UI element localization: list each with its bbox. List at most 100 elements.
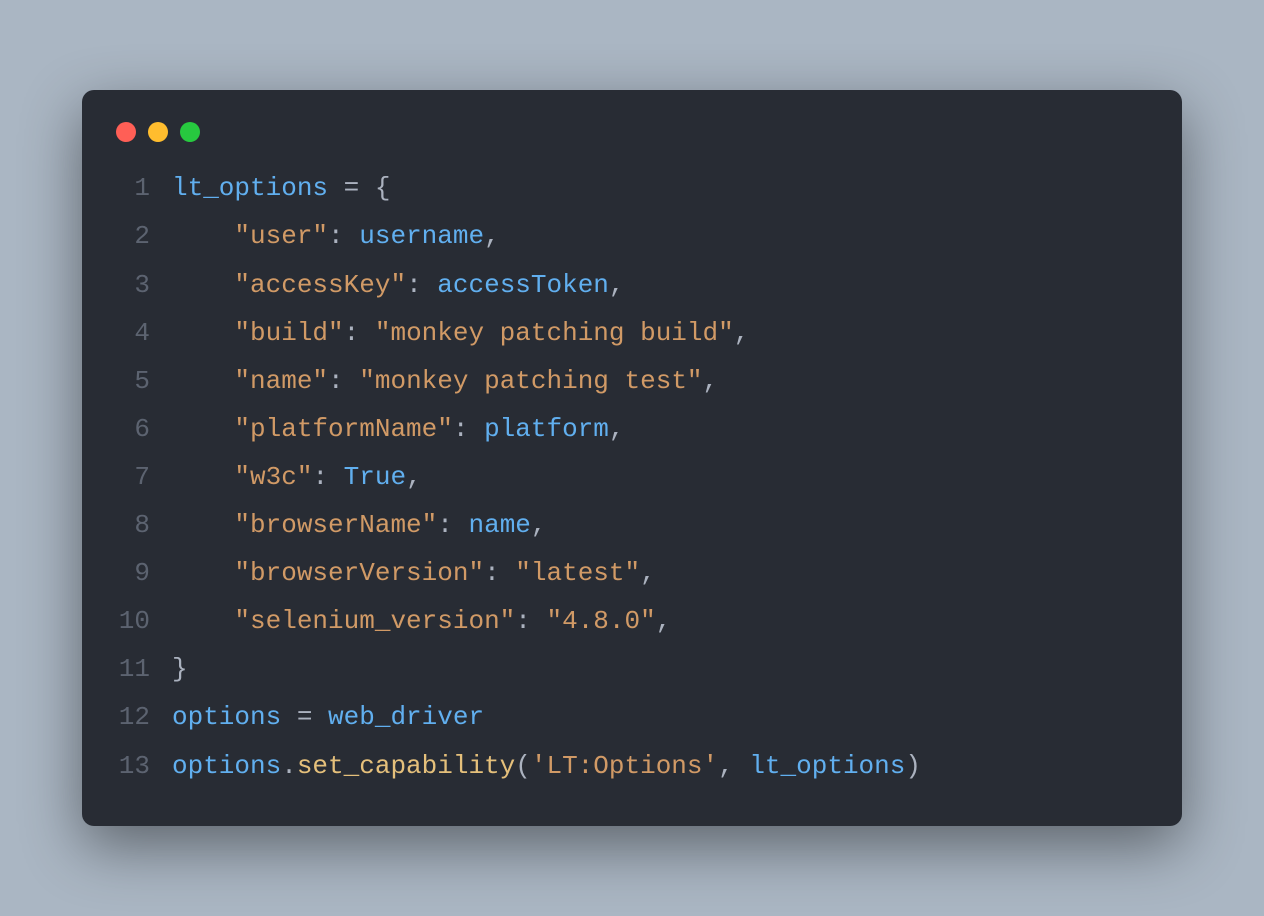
line-number: 9 [114, 549, 172, 597]
token-var [172, 462, 234, 492]
line-content: "accessKey": accessToken, [172, 261, 1150, 309]
token-const: True [344, 462, 406, 492]
line-number: 2 [114, 212, 172, 260]
line-content: "selenium_version": "4.8.0", [172, 597, 1150, 645]
line-content: "browserName": name, [172, 501, 1150, 549]
code-line: 8 "browserName": name, [114, 501, 1150, 549]
token-var [172, 558, 234, 588]
token-key: "browserName" [234, 510, 437, 540]
code-line: 1lt_options = { [114, 164, 1150, 212]
token-ident: platform [484, 414, 609, 444]
token-var [172, 606, 234, 636]
code-window: 1lt_options = {2 "user": username,3 "acc… [82, 90, 1182, 825]
token-var [734, 751, 750, 781]
code-line: 5 "name": "monkey patching test", [114, 357, 1150, 405]
line-number: 4 [114, 309, 172, 357]
line-content: options = web_driver [172, 693, 1150, 741]
token-var [172, 270, 234, 300]
token-key: "name" [234, 366, 328, 396]
code-line: 12options = web_driver [114, 693, 1150, 741]
token-str: "latest" [515, 558, 640, 588]
token-punct: : [312, 462, 328, 492]
code-line: 6 "platformName": platform, [114, 405, 1150, 453]
line-number: 12 [114, 693, 172, 741]
token-punct: : [328, 366, 344, 396]
token-punct: , [718, 751, 734, 781]
token-ident: options [172, 751, 281, 781]
code-line: 10 "selenium_version": "4.8.0", [114, 597, 1150, 645]
line-number: 10 [114, 597, 172, 645]
line-content: "browserVersion": "latest", [172, 549, 1150, 597]
line-content: "name": "monkey patching test", [172, 357, 1150, 405]
token-punct: , [609, 270, 625, 300]
token-punct: : [344, 318, 360, 348]
token-var [172, 221, 234, 251]
token-key: "user" [234, 221, 328, 251]
token-str: 'LT:Options' [531, 751, 718, 781]
token-key: "selenium_version" [234, 606, 515, 636]
token-op: = [344, 173, 360, 203]
token-punct: : [406, 270, 422, 300]
token-punct: : [453, 414, 469, 444]
token-punct: { [375, 173, 391, 203]
window-close-icon[interactable] [116, 122, 136, 142]
token-var [500, 558, 516, 588]
token-punct: , [406, 462, 422, 492]
token-punct: , [484, 221, 500, 251]
line-number: 8 [114, 501, 172, 549]
token-ident: options [172, 702, 281, 732]
token-var [328, 173, 344, 203]
code-line: 3 "accessKey": accessToken, [114, 261, 1150, 309]
token-punct: , [640, 558, 656, 588]
line-number: 7 [114, 453, 172, 501]
token-var [453, 510, 469, 540]
line-content: options.set_capability('LT:Options', lt_… [172, 742, 1150, 790]
token-func: set_capability [297, 751, 515, 781]
token-var [468, 414, 484, 444]
token-key: "accessKey" [234, 270, 406, 300]
token-punct: , [656, 606, 672, 636]
line-number: 13 [114, 742, 172, 790]
token-var [281, 702, 297, 732]
token-var [172, 366, 234, 396]
token-punct: : [437, 510, 453, 540]
line-number: 11 [114, 645, 172, 693]
line-content: "w3c": True, [172, 453, 1150, 501]
token-key: "w3c" [234, 462, 312, 492]
token-ident: accessToken [437, 270, 609, 300]
window-titlebar [114, 118, 1150, 164]
token-punct: , [703, 366, 719, 396]
code-block: 1lt_options = {2 "user": username,3 "acc… [114, 164, 1150, 789]
token-var [422, 270, 438, 300]
token-ident: name [468, 510, 530, 540]
token-var [172, 414, 234, 444]
token-var [359, 318, 375, 348]
token-punct: , [734, 318, 750, 348]
token-var [328, 462, 344, 492]
token-punct: : [484, 558, 500, 588]
token-str: "monkey patching test" [359, 366, 702, 396]
line-number: 6 [114, 405, 172, 453]
code-line: 7 "w3c": True, [114, 453, 1150, 501]
line-content: "platformName": platform, [172, 405, 1150, 453]
window-zoom-icon[interactable] [180, 122, 200, 142]
token-punct: ) [905, 751, 921, 781]
token-var [172, 510, 234, 540]
line-number: 5 [114, 357, 172, 405]
token-var [172, 318, 234, 348]
line-content: } [172, 645, 1150, 693]
token-var [312, 702, 328, 732]
token-punct: : [515, 606, 531, 636]
token-punct: ( [515, 751, 531, 781]
token-var [344, 366, 360, 396]
token-ident: lt_options [172, 173, 328, 203]
code-line: 2 "user": username, [114, 212, 1150, 260]
line-number: 3 [114, 261, 172, 309]
token-str: "4.8.0" [547, 606, 656, 636]
token-punct: , [609, 414, 625, 444]
code-line: 9 "browserVersion": "latest", [114, 549, 1150, 597]
window-minimize-icon[interactable] [148, 122, 168, 142]
code-line: 4 "build": "monkey patching build", [114, 309, 1150, 357]
token-key: "platformName" [234, 414, 452, 444]
token-key: "browserVersion" [234, 558, 484, 588]
